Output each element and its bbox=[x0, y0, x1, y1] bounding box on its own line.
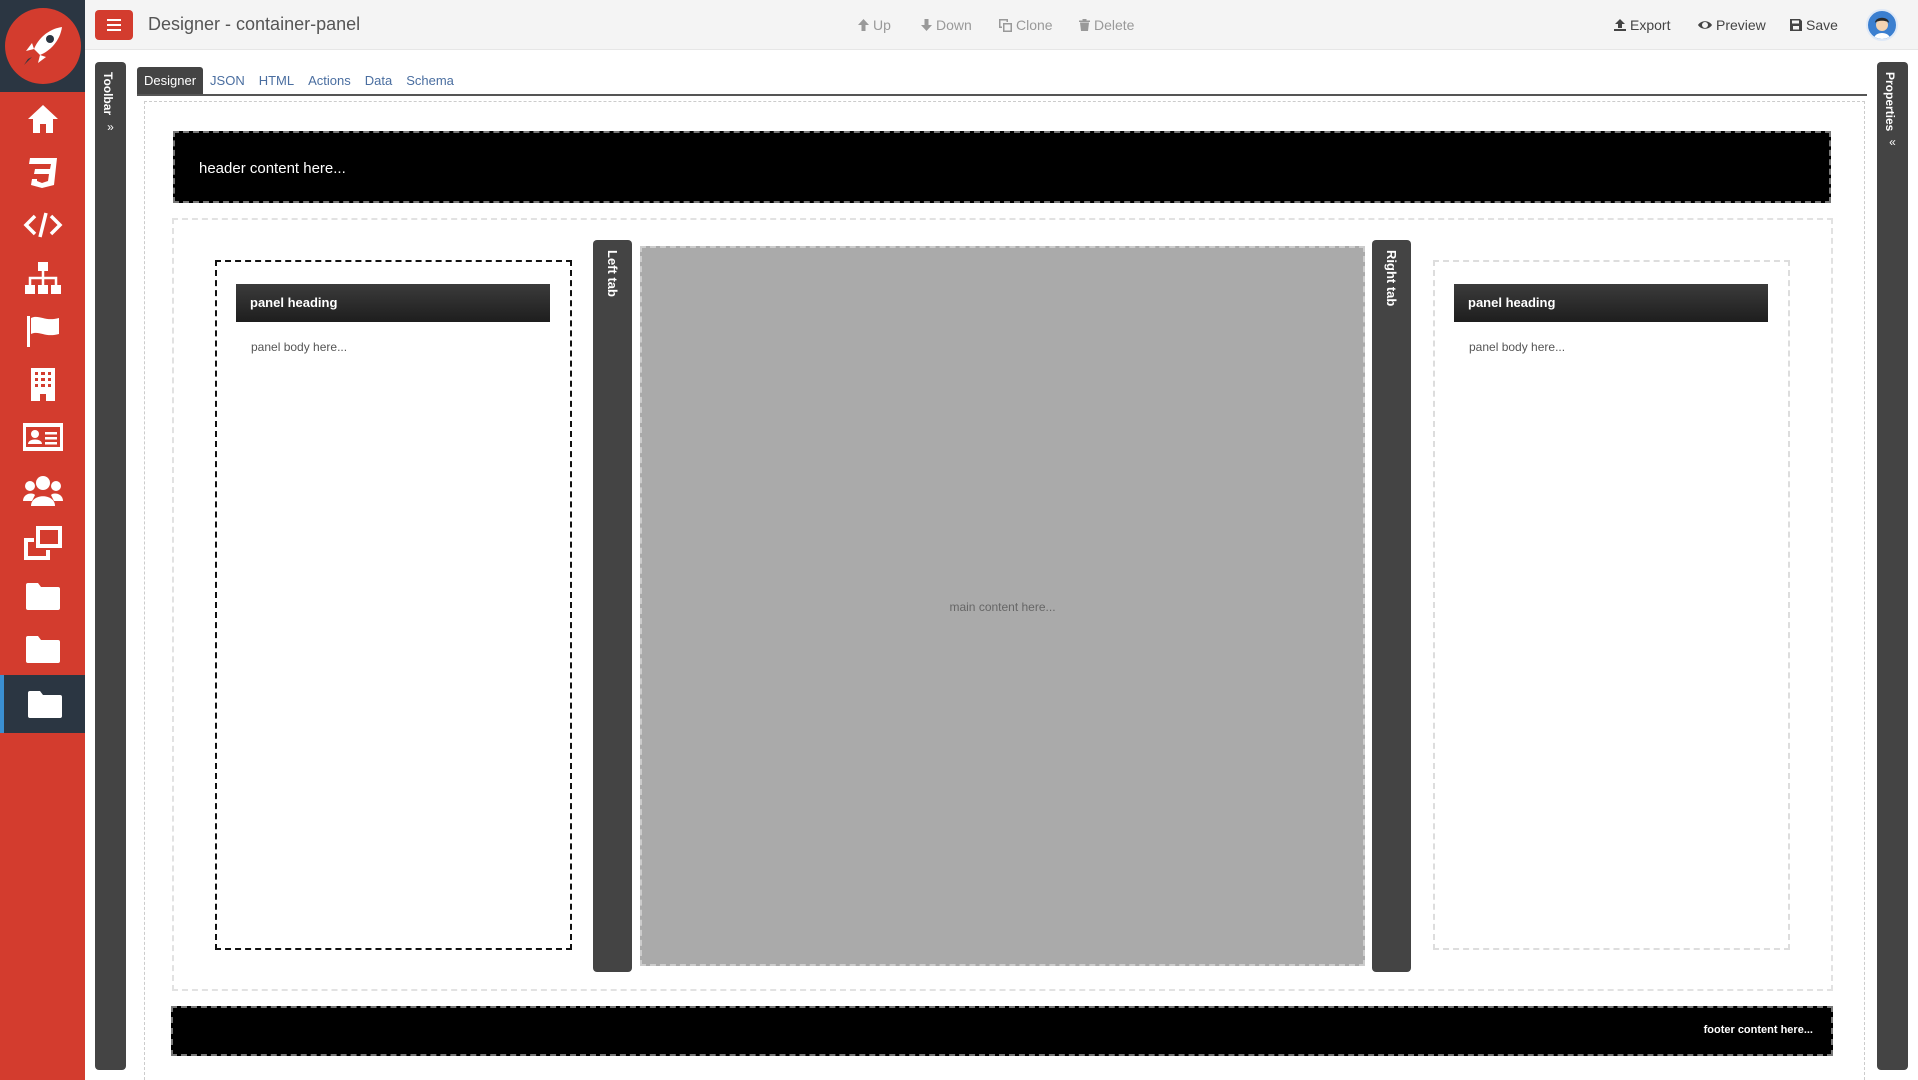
export-button[interactable]: Export bbox=[1614, 17, 1670, 33]
address-card-icon bbox=[22, 422, 63, 451]
move-up-label: Up bbox=[873, 17, 891, 33]
left-panel-body: panel body here... bbox=[251, 340, 348, 354]
properties-drawer[interactable]: Properties « bbox=[1877, 62, 1908, 1070]
expand-properties-icon[interactable]: « bbox=[1877, 135, 1908, 149]
left-panel-heading: panel heading bbox=[236, 284, 550, 322]
tab-actions[interactable]: Actions bbox=[301, 67, 358, 94]
tab-schema[interactable]: Schema bbox=[399, 67, 461, 94]
properties-drawer-label: Properties bbox=[1883, 72, 1897, 132]
floppy-icon bbox=[1790, 19, 1802, 31]
code-icon bbox=[23, 212, 62, 237]
move-up-button[interactable]: Up bbox=[858, 17, 891, 33]
left-tab[interactable]: Left tab bbox=[593, 240, 632, 972]
folder-icon bbox=[25, 582, 60, 610]
toolbar-drawer[interactable]: Toolbar » bbox=[95, 62, 126, 1070]
main-text: main content here... bbox=[949, 600, 1056, 614]
header-region[interactable]: header content here... bbox=[173, 131, 1831, 203]
right-tab-label: Right tab bbox=[1384, 250, 1399, 307]
tab-json[interactable]: JSON bbox=[203, 67, 252, 94]
move-down-label: Down bbox=[936, 17, 972, 33]
right-panel[interactable]: panel heading panel body here... bbox=[1433, 260, 1790, 950]
sidebar-item-code[interactable] bbox=[0, 198, 85, 251]
delete-label: Delete bbox=[1094, 17, 1135, 33]
clone-label: Clone bbox=[1016, 17, 1053, 33]
left-sidebar bbox=[0, 0, 85, 1080]
sidebar-item-folder-1[interactable] bbox=[0, 569, 85, 622]
save-button[interactable]: Save bbox=[1790, 17, 1838, 33]
preview-label: Preview bbox=[1716, 17, 1766, 33]
footer-text: footer content here... bbox=[1703, 1024, 1813, 1036]
clone-button[interactable]: Clone bbox=[999, 17, 1053, 33]
preview-button[interactable]: Preview bbox=[1698, 17, 1766, 33]
folder-icon bbox=[27, 691, 62, 718]
sidebar-item-folder-2[interactable] bbox=[0, 622, 85, 675]
right-panel-body: panel body here... bbox=[1469, 340, 1566, 354]
tab-data[interactable]: Data bbox=[358, 67, 399, 94]
sidebar-item-clone[interactable] bbox=[0, 516, 85, 569]
folder-icon bbox=[25, 635, 60, 663]
rocket-logo-icon bbox=[4, 8, 81, 84]
sidebar-item-building[interactable] bbox=[0, 357, 85, 410]
logo[interactable] bbox=[0, 0, 85, 92]
upload-icon bbox=[1614, 19, 1626, 31]
hamburger-icon bbox=[107, 19, 121, 31]
right-tab[interactable]: Right tab bbox=[1372, 240, 1411, 972]
copy-icon bbox=[999, 18, 1012, 32]
toolbar-drawer-label: Toolbar bbox=[101, 72, 115, 116]
sidebar-item-folder-3[interactable] bbox=[0, 675, 85, 733]
arrow-down-icon bbox=[921, 19, 932, 31]
css3-icon bbox=[28, 157, 57, 188]
building-icon bbox=[30, 367, 55, 401]
delete-button[interactable]: Delete bbox=[1079, 17, 1134, 33]
eye-icon bbox=[1698, 21, 1712, 29]
sidebar-item-home[interactable] bbox=[0, 92, 85, 145]
user-avatar[interactable] bbox=[1866, 9, 1898, 41]
clone-icon bbox=[23, 525, 62, 560]
home-icon bbox=[27, 104, 58, 133]
users-icon bbox=[22, 475, 63, 506]
tab-html[interactable]: HTML bbox=[252, 67, 301, 94]
expand-toolbar-icon[interactable]: » bbox=[95, 120, 126, 134]
sidebar-item-users[interactable] bbox=[0, 463, 85, 516]
editor-tabs: Designer JSON HTML Actions Data Schema bbox=[137, 66, 1867, 96]
move-down-button[interactable]: Down bbox=[921, 17, 972, 33]
top-bar: Designer - container-panel Up Down Clone… bbox=[85, 0, 1918, 50]
right-panel-heading: panel heading bbox=[1454, 284, 1768, 322]
page-title: Designer - container-panel bbox=[148, 14, 361, 34]
arrow-up-icon bbox=[858, 19, 869, 31]
tab-designer[interactable]: Designer bbox=[137, 67, 204, 94]
flag-icon bbox=[26, 315, 59, 347]
footer-region[interactable]: footer content here... bbox=[171, 1006, 1833, 1056]
main-region[interactable]: main content here... bbox=[640, 246, 1365, 966]
trash-icon bbox=[1079, 19, 1090, 31]
sidebar-item-contacts[interactable] bbox=[0, 410, 85, 463]
sidebar-item-flag[interactable] bbox=[0, 304, 85, 357]
sitemap-icon bbox=[24, 261, 61, 294]
menu-toggle-button[interactable] bbox=[95, 10, 133, 40]
export-label: Export bbox=[1630, 17, 1671, 33]
avatar-face-icon bbox=[1874, 17, 1890, 39]
header-text: header content here... bbox=[199, 160, 346, 177]
left-panel[interactable]: panel heading panel body here... bbox=[215, 260, 572, 950]
sidebar-item-sitemap[interactable] bbox=[0, 251, 85, 304]
left-tab-label: Left tab bbox=[605, 250, 620, 297]
sidebar-item-css[interactable] bbox=[0, 145, 85, 198]
save-label: Save bbox=[1806, 17, 1838, 33]
